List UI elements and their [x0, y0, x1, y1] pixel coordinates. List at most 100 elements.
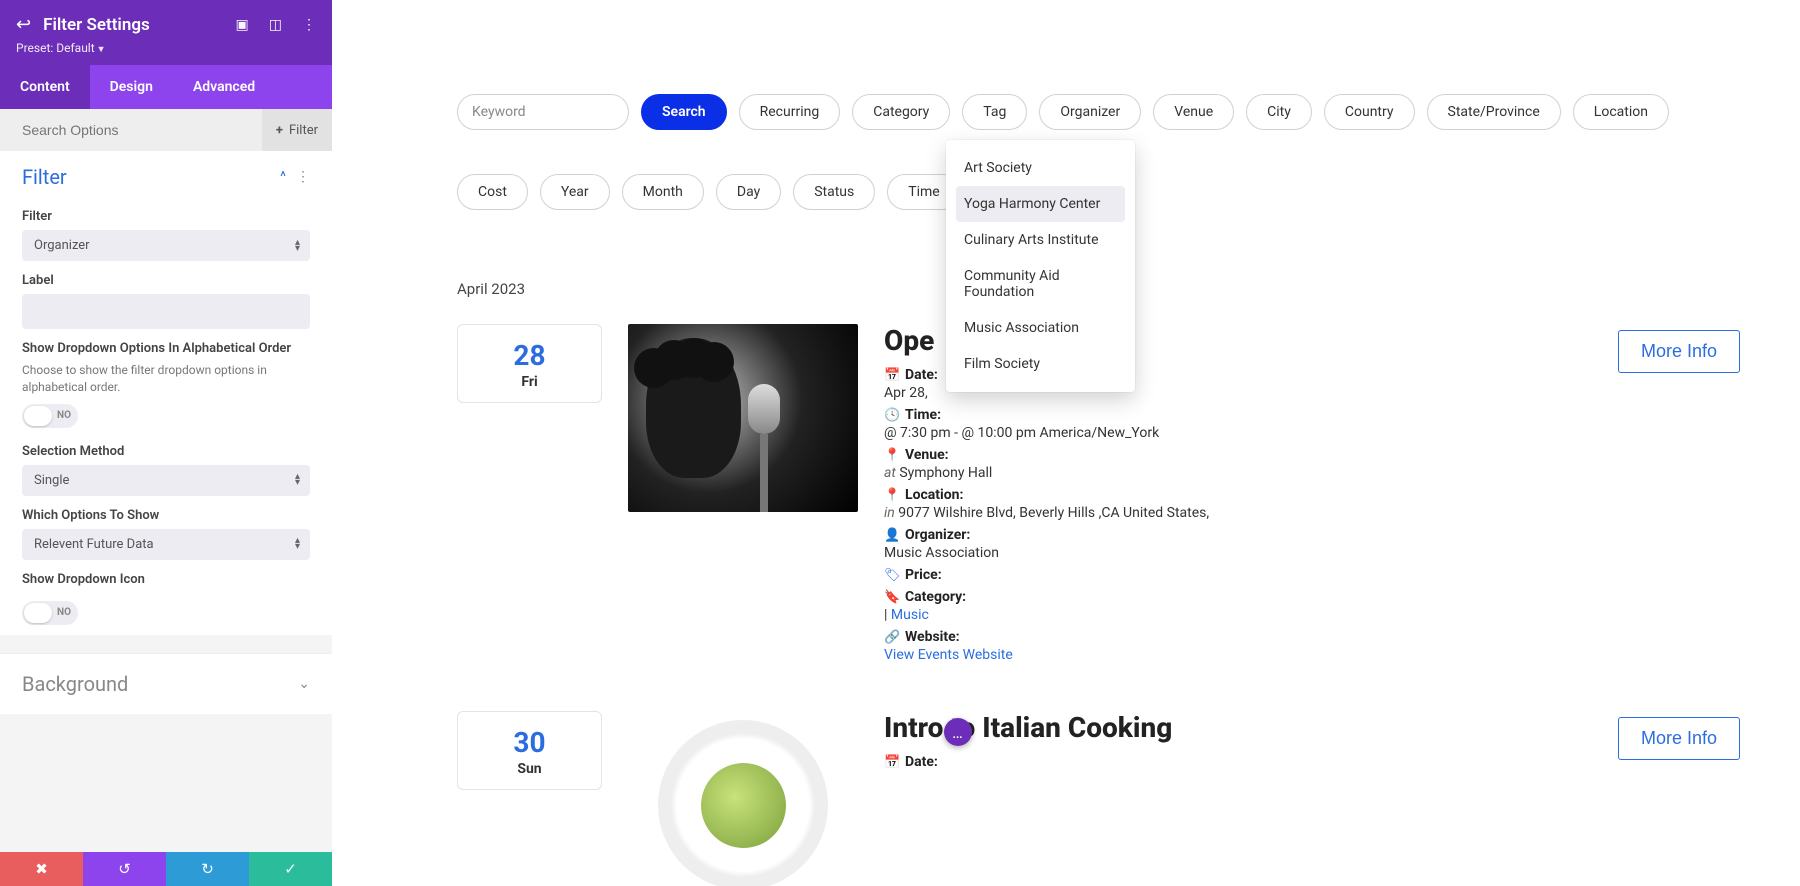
- filter-chip-year[interactable]: Year: [540, 174, 610, 210]
- filter-section: Filter ^ ⋮ Filter Organizer ▴▾ Label Sho…: [0, 151, 332, 635]
- more-info-button[interactable]: More Info: [1618, 330, 1740, 373]
- date-label: Date:: [905, 367, 938, 383]
- filter-chip-organizer[interactable]: Organizer: [1039, 94, 1141, 130]
- organizer-label: Organizer:: [905, 527, 970, 543]
- filter-chip-day[interactable]: Day: [716, 174, 781, 210]
- website-link[interactable]: View Events Website: [884, 647, 1013, 663]
- event-image[interactable]: [628, 711, 858, 886]
- add-filter-button[interactable]: + Filter: [262, 109, 332, 151]
- background-section-title: Background: [22, 672, 128, 696]
- more-actions-fab[interactable]: …: [944, 718, 972, 746]
- selection-method-label: Selection Method: [22, 444, 310, 459]
- preset-selector[interactable]: Preset: Default▼: [16, 41, 316, 55]
- kebab-icon[interactable]: ⋮: [296, 169, 310, 185]
- sidebar-footer: ✖ ↺ ↻ ✓: [0, 852, 332, 886]
- filter-chip-month[interactable]: Month: [622, 174, 704, 210]
- filter-chips-row-1: Keyword Search Recurring Category Tag Organiz…: [457, 94, 1740, 130]
- undo-button[interactable]: ↺: [83, 852, 166, 886]
- venue-value: at Symphony Hall: [884, 465, 1618, 481]
- discard-button[interactable]: ✖: [0, 852, 83, 886]
- expand-icon[interactable]: ▣: [236, 17, 249, 33]
- chevron-down-icon: ⌄: [298, 676, 310, 692]
- filter-select-value: Organizer: [34, 238, 90, 253]
- event-date-card[interactable]: 30 Sun: [457, 711, 602, 790]
- alpha-order-label: Show Dropdown Options In Alphabetical Or…: [22, 341, 310, 356]
- updown-icon: ▴▾: [295, 474, 300, 486]
- filter-chip-location[interactable]: Location: [1573, 94, 1669, 130]
- dropdown-icon-toggle-label: NO: [57, 607, 71, 618]
- filter-chip-country[interactable]: Country: [1324, 94, 1415, 130]
- event-date-day: Sun: [458, 761, 601, 777]
- redo-button[interactable]: ↻: [166, 852, 249, 886]
- dropdown-icon-toggle[interactable]: NO: [22, 601, 78, 625]
- event-date-number: 30: [458, 726, 601, 759]
- event-date-card[interactable]: 28 Fri: [457, 324, 602, 403]
- keyword-input[interactable]: Keyword: [457, 94, 629, 130]
- dropdown-option[interactable]: Community Aid Foundation: [946, 258, 1135, 310]
- which-options-value: Relevent Future Data: [34, 537, 154, 552]
- dropdown-option[interactable]: Film Society: [946, 346, 1135, 382]
- venue-label: Venue:: [905, 447, 949, 463]
- time-label: Time:: [905, 407, 941, 423]
- filter-chip-state-province[interactable]: State/Province: [1427, 94, 1561, 130]
- which-options-select[interactable]: Relevent Future Data ▴▾: [22, 529, 310, 560]
- category-label: Category:: [905, 589, 966, 605]
- filter-chip-cost[interactable]: Cost: [457, 174, 528, 210]
- add-filter-label: Filter: [289, 123, 318, 138]
- tab-advanced[interactable]: Advanced: [173, 65, 275, 109]
- website-label: Website:: [905, 629, 960, 645]
- price-label: Price:: [905, 567, 942, 583]
- calendar-icon: 📅: [884, 755, 899, 770]
- pin-icon: 📍: [884, 448, 899, 463]
- category-value: | Music: [884, 607, 1618, 623]
- which-options-label: Which Options To Show: [22, 508, 310, 523]
- dropdown-option[interactable]: Culinary Arts Institute: [946, 222, 1135, 258]
- location-value: in 9077 Wilshire Blvd, Beverly Hills ,CA…: [884, 505, 1618, 521]
- tab-design[interactable]: Design: [90, 65, 173, 109]
- filter-section-toggle[interactable]: Filter ^ ⋮: [22, 165, 310, 197]
- link-icon: 🔗: [884, 630, 899, 645]
- dropdown-option[interactable]: Yoga Harmony Center: [956, 186, 1125, 222]
- event-image[interactable]: [628, 324, 858, 512]
- selection-method-select[interactable]: Single ▴▾: [22, 465, 310, 496]
- category-link[interactable]: Music: [891, 607, 929, 623]
- filter-chip-category[interactable]: Category: [852, 94, 950, 130]
- dropdown-option[interactable]: Art Society: [946, 150, 1135, 186]
- event-title[interactable]: Intro to Italian Cooking: [884, 711, 1618, 744]
- alpha-order-toggle[interactable]: NO: [22, 404, 78, 428]
- alpha-toggle-label: NO: [57, 410, 71, 421]
- label-field-label: Label: [22, 273, 310, 288]
- kebab-icon[interactable]: ⋮: [302, 17, 316, 33]
- sidebar-header: ↩ Filter Settings ▣ ◫ ⋮ Preset: Default▼: [0, 0, 332, 65]
- background-section-toggle[interactable]: Background ⌄: [0, 653, 332, 714]
- more-info-button[interactable]: More Info: [1618, 717, 1740, 760]
- filter-chip-venue[interactable]: Venue: [1153, 94, 1234, 130]
- dropdown-option[interactable]: Music Association: [946, 310, 1135, 346]
- filter-select[interactable]: Organizer ▴▾: [22, 230, 310, 261]
- label-input[interactable]: [22, 294, 310, 329]
- dropdown-icon-label: Show Dropdown Icon: [22, 572, 310, 587]
- save-button[interactable]: ✓: [249, 852, 332, 886]
- search-button[interactable]: Search: [641, 94, 727, 130]
- filter-chip-city[interactable]: City: [1246, 94, 1312, 130]
- organizer-value: Music Association: [884, 545, 1618, 561]
- filter-chip-tag[interactable]: Tag: [962, 94, 1027, 130]
- plus-icon: +: [276, 123, 283, 138]
- panel-icon[interactable]: ◫: [269, 17, 282, 33]
- back-icon[interactable]: ↩: [16, 14, 31, 35]
- user-icon: 👤: [884, 528, 899, 543]
- sidebar-title: Filter Settings: [43, 15, 223, 35]
- filter-chip-status[interactable]: Status: [793, 174, 875, 210]
- tab-content[interactable]: Content: [0, 65, 90, 109]
- clock-icon: 🕓: [884, 408, 899, 423]
- time-value: @ 7:30 pm - @ 10:00 pm America/New_York: [884, 425, 1618, 441]
- filter-field-label: Filter: [22, 209, 310, 224]
- date-label: Date:: [905, 754, 938, 770]
- filter-chip-recurring[interactable]: Recurring: [739, 94, 841, 130]
- filter-section-title: Filter: [22, 165, 67, 189]
- options-search-input[interactable]: [22, 122, 262, 138]
- event-row: 30 Sun Intro to Italian Cooking 📅 Date: M…: [457, 711, 1740, 886]
- alpha-order-desc: Choose to show the filter dropdown optio…: [22, 362, 310, 396]
- pin-icon: 📍: [884, 488, 899, 503]
- tag-icon: 🏷: [884, 568, 899, 583]
